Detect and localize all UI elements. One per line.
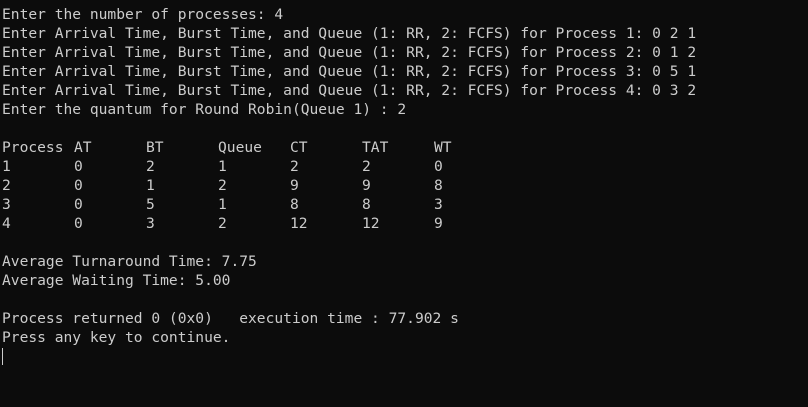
cell-bt: 2 bbox=[146, 158, 155, 175]
header-bt: BT bbox=[146, 139, 164, 156]
cell-ct: 8 bbox=[290, 196, 299, 213]
prompt-quantum: Enter the quantum for Round Robin(Queue … bbox=[2, 101, 407, 118]
text-cursor bbox=[2, 348, 3, 365]
cell-tat: 9 bbox=[362, 177, 371, 194]
table-row: 2 0 1 2 9 9 8 bbox=[2, 176, 808, 195]
header-process: Process bbox=[2, 139, 64, 156]
header-queue: Queue bbox=[218, 139, 262, 156]
cell-wt: 3 bbox=[434, 196, 443, 213]
cell-tat: 2 bbox=[362, 158, 371, 175]
cell-at: 0 bbox=[74, 177, 83, 194]
cell-at: 0 bbox=[74, 158, 83, 175]
average-turnaround: Average Turnaround Time: 7.75 bbox=[2, 253, 257, 270]
cell-wt: 8 bbox=[434, 177, 443, 194]
cell-wt: 9 bbox=[434, 215, 443, 232]
cell-process: 2 bbox=[2, 177, 11, 194]
cell-at: 0 bbox=[74, 215, 83, 232]
process-returned: Process returned 0 (0x0) execution time … bbox=[2, 310, 459, 327]
header-tat: TAT bbox=[362, 139, 389, 156]
cell-ct: 9 bbox=[290, 177, 299, 194]
table-row: 4 0 3 2 12 12 9 bbox=[2, 214, 808, 233]
cell-queue: 1 bbox=[218, 158, 227, 175]
cell-queue: 2 bbox=[218, 177, 227, 194]
prompt-process-1: Enter Arrival Time, Burst Time, and Queu… bbox=[2, 25, 697, 42]
cell-tat: 8 bbox=[362, 196, 371, 213]
header-wt: WT bbox=[434, 139, 452, 156]
cursor-line[interactable] bbox=[2, 347, 808, 366]
header-ct: CT bbox=[290, 139, 308, 156]
cell-process: 4 bbox=[2, 215, 11, 232]
cell-queue: 1 bbox=[218, 196, 227, 213]
prompt-process-count: Enter the number of processes: 4 bbox=[2, 6, 284, 23]
average-waiting: Average Waiting Time: 5.00 bbox=[2, 272, 231, 289]
prompt-process-3: Enter Arrival Time, Burst Time, and Queu… bbox=[2, 63, 697, 80]
console-window[interactable]: Enter the number of processes: 4 Enter A… bbox=[0, 0, 808, 407]
cell-bt: 3 bbox=[146, 215, 155, 232]
cell-wt: 0 bbox=[434, 158, 443, 175]
cell-process: 1 bbox=[2, 158, 11, 175]
table-header: Process AT BT Queue CT TAT WT bbox=[2, 138, 808, 157]
header-at: AT bbox=[74, 139, 92, 156]
cell-queue: 2 bbox=[218, 215, 227, 232]
cell-tat: 12 bbox=[362, 215, 380, 232]
table-row: 1 0 2 1 2 2 0 bbox=[2, 157, 808, 176]
cell-process: 3 bbox=[2, 196, 11, 213]
cell-bt: 5 bbox=[146, 196, 155, 213]
table-row: 3 0 5 1 8 8 3 bbox=[2, 195, 808, 214]
cell-bt: 1 bbox=[146, 177, 155, 194]
prompt-process-4: Enter Arrival Time, Burst Time, and Queu… bbox=[2, 82, 697, 99]
cell-ct: 2 bbox=[290, 158, 299, 175]
cell-at: 0 bbox=[74, 196, 83, 213]
press-any-key: Press any key to continue. bbox=[2, 329, 231, 346]
prompt-process-2: Enter Arrival Time, Burst Time, and Queu… bbox=[2, 44, 697, 61]
cell-ct: 12 bbox=[290, 215, 308, 232]
